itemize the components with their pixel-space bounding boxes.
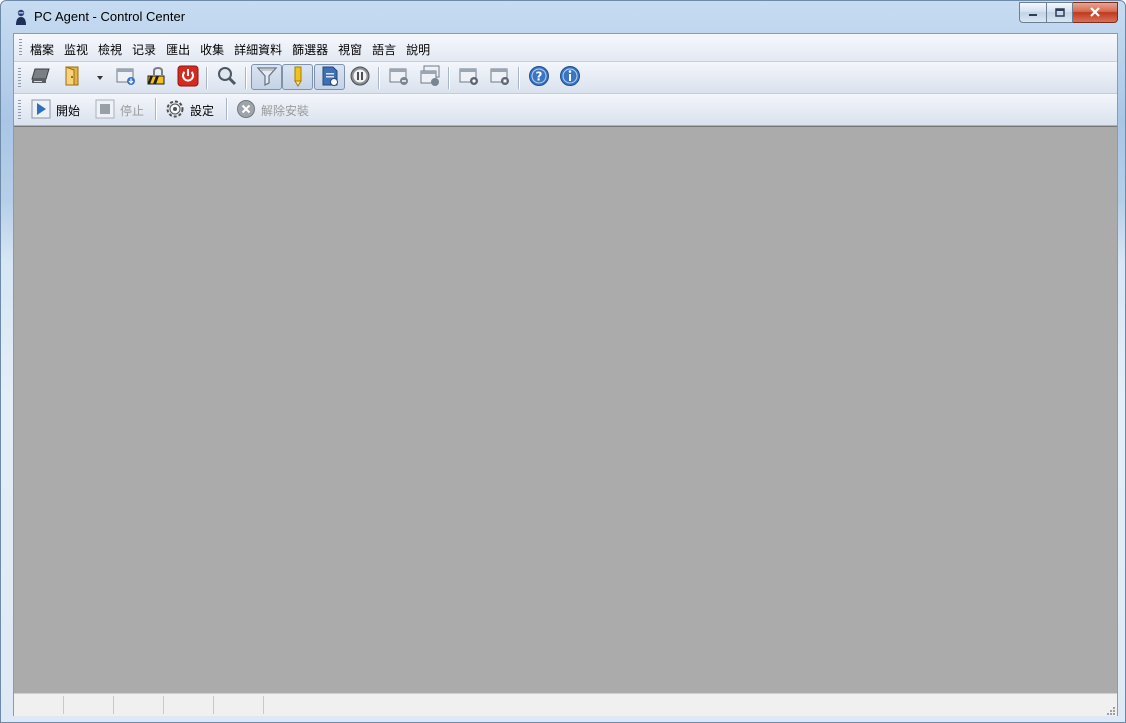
door-button[interactable] bbox=[61, 65, 85, 89]
info-button[interactable] bbox=[558, 65, 582, 89]
uninstall-button[interactable]: 解除安裝 bbox=[236, 98, 309, 122]
resize-grip-icon[interactable] bbox=[1105, 704, 1115, 715]
window-minus-icon bbox=[388, 66, 410, 89]
toolbar-grip[interactable] bbox=[18, 68, 21, 88]
lock-button[interactable] bbox=[144, 65, 168, 89]
client-area: 檔案 监视 檢視 记录 匯出 收集 詳細資料 篩選器 視窗 語言 說明 ? 開始… bbox=[13, 33, 1118, 716]
menu-log[interactable]: 记录 bbox=[132, 41, 156, 58]
status-bar bbox=[14, 693, 1117, 716]
toolbar-separator bbox=[206, 67, 208, 89]
search-button[interactable] bbox=[215, 65, 239, 89]
svg-text:?: ? bbox=[536, 69, 543, 83]
filter-icon bbox=[256, 65, 278, 90]
window-minus-button[interactable] bbox=[387, 65, 411, 89]
maximize-icon bbox=[1054, 6, 1065, 20]
app-window: PC Agent - Control Center 檔案 监视 檢視 记录 匯出… bbox=[0, 0, 1126, 723]
window-camera-icon bbox=[458, 66, 480, 89]
help-icon: ? bbox=[528, 65, 550, 90]
minimize-icon bbox=[1028, 6, 1038, 20]
door-icon bbox=[62, 65, 84, 90]
document-button[interactable] bbox=[314, 64, 345, 90]
close-icon bbox=[1089, 6, 1101, 20]
window-download-icon bbox=[115, 66, 137, 89]
toolbar-separator bbox=[245, 67, 247, 89]
settings-label: 設定 bbox=[190, 103, 215, 118]
status-panel bbox=[164, 696, 214, 714]
title-bar[interactable]: PC Agent - Control Center bbox=[1, 1, 1125, 33]
maximize-button[interactable] bbox=[1046, 2, 1073, 23]
stop-label: 停止 bbox=[120, 103, 145, 118]
menubar-grip[interactable] bbox=[19, 39, 22, 56]
start-label: 開始 bbox=[56, 103, 81, 118]
menu-export[interactable]: 匯出 bbox=[166, 41, 190, 58]
gear-icon bbox=[165, 99, 185, 122]
window-download-button[interactable] bbox=[114, 65, 138, 89]
power-button[interactable] bbox=[176, 65, 200, 89]
info-icon bbox=[559, 65, 581, 90]
window-record-icon bbox=[489, 66, 511, 89]
menu-filter[interactable]: 篩選器 bbox=[292, 41, 328, 58]
windows-stack-icon bbox=[419, 65, 441, 90]
uninstall-label: 解除安裝 bbox=[261, 103, 310, 118]
start-button[interactable]: 開始 bbox=[31, 98, 80, 122]
toolbar-grip[interactable] bbox=[18, 100, 21, 120]
window-title: PC Agent - Control Center bbox=[34, 9, 186, 24]
close-button[interactable] bbox=[1073, 2, 1118, 23]
main-toolbar: ? bbox=[14, 62, 1117, 94]
menu-window[interactable]: 視窗 bbox=[338, 41, 362, 58]
pause-icon bbox=[349, 65, 371, 90]
dropdown-arrow-icon bbox=[96, 70, 104, 84]
minimize-button[interactable] bbox=[1019, 2, 1046, 23]
help-button[interactable]: ? bbox=[527, 65, 551, 89]
menu-file[interactable]: 檔案 bbox=[30, 41, 54, 58]
window-camera-button[interactable] bbox=[457, 65, 481, 89]
menu-collect[interactable]: 收集 bbox=[200, 41, 224, 58]
window-record-button[interactable] bbox=[488, 65, 512, 89]
mdi-workspace[interactable] bbox=[14, 126, 1117, 693]
document-icon bbox=[319, 65, 341, 90]
lock-warning-icon bbox=[145, 66, 167, 89]
toolbar-separator bbox=[155, 98, 157, 120]
computer-button[interactable] bbox=[29, 65, 53, 89]
uninstall-icon bbox=[236, 99, 256, 122]
search-icon bbox=[216, 65, 238, 90]
door-dropdown-button[interactable] bbox=[94, 65, 106, 89]
toolbar-separator bbox=[448, 67, 450, 89]
power-icon bbox=[177, 65, 199, 90]
status-panel bbox=[214, 696, 264, 714]
menu-bar: 檔案 监视 檢視 记录 匯出 收集 詳細資料 篩選器 視窗 語言 說明 bbox=[14, 34, 1117, 62]
status-panel bbox=[64, 696, 114, 714]
play-icon bbox=[31, 99, 51, 122]
status-panel bbox=[14, 696, 64, 714]
windows-stack-button[interactable] bbox=[418, 65, 442, 89]
action-toolbar: 開始 停止 設定 解除安裝 bbox=[14, 94, 1117, 126]
pencil-icon bbox=[287, 65, 309, 90]
stop-icon bbox=[95, 99, 115, 122]
pause-button[interactable] bbox=[348, 65, 372, 89]
menu-help[interactable]: 說明 bbox=[406, 41, 430, 58]
stop-button[interactable]: 停止 bbox=[95, 98, 144, 122]
menu-language[interactable]: 語言 bbox=[372, 41, 396, 58]
menu-view[interactable]: 檢視 bbox=[98, 41, 122, 58]
settings-button[interactable]: 設定 bbox=[165, 98, 214, 122]
status-panel bbox=[114, 696, 164, 714]
toolbar-separator bbox=[518, 67, 520, 89]
app-agent-icon bbox=[13, 9, 29, 26]
filter-button[interactable] bbox=[251, 64, 282, 90]
computer-icon bbox=[30, 66, 52, 89]
menu-details[interactable]: 詳細資料 bbox=[234, 41, 282, 58]
toolbar-separator bbox=[226, 98, 228, 120]
highlight-button[interactable] bbox=[282, 64, 313, 90]
window-controls bbox=[1019, 2, 1118, 23]
menu-monitor[interactable]: 监视 bbox=[64, 41, 88, 58]
toolbar-separator bbox=[378, 67, 380, 89]
